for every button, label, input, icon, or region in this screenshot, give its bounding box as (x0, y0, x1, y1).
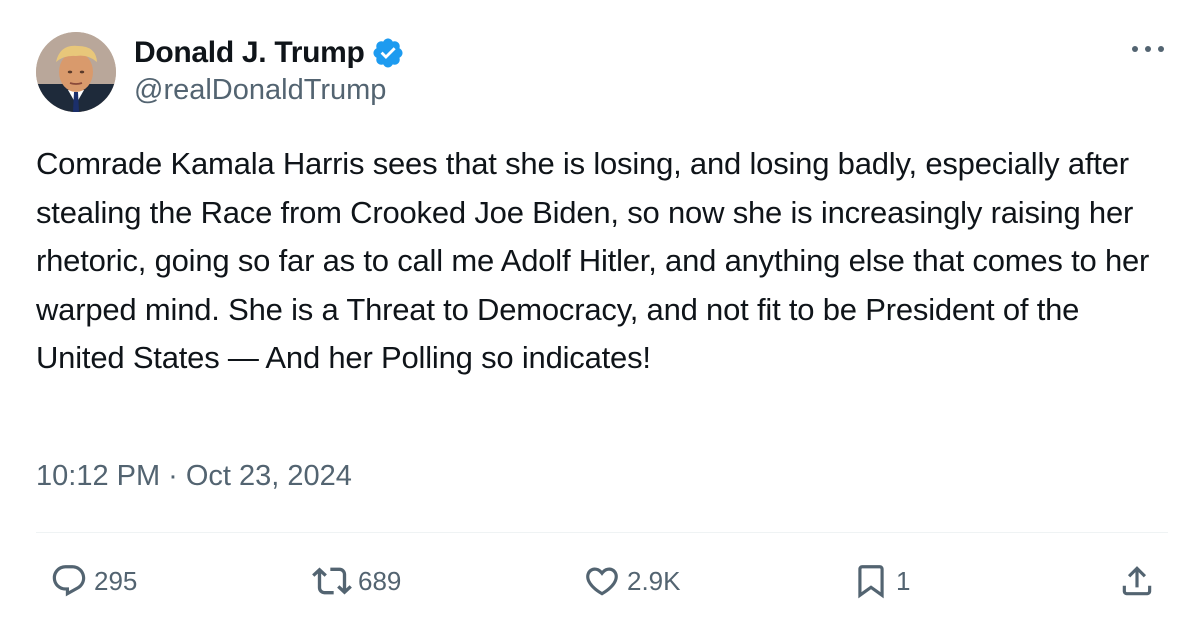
bookmark-button[interactable]: 1 (852, 555, 910, 607)
tweet-time[interactable]: 10:12 PM (36, 460, 160, 493)
retweet-button[interactable]: 689 (312, 555, 401, 607)
retweet-icon (312, 561, 352, 601)
reply-button[interactable]: 295 (50, 555, 137, 607)
reply-icon (50, 562, 88, 600)
tweet-card: Donald J. Trump @realDonaldTrump Comrade… (0, 0, 1192, 626)
bookmark-count: 1 (896, 565, 911, 596)
author-display-name[interactable]: Donald J. Trump (134, 36, 365, 70)
meta-separator: · (168, 460, 178, 492)
like-count: 2.9K (627, 565, 681, 596)
action-bar: 295 689 2.9K 1 (0, 555, 1192, 607)
like-button[interactable]: 2.9K (583, 555, 681, 607)
reply-count: 295 (94, 565, 138, 596)
verified-badge-icon[interactable] (371, 36, 405, 70)
tweet-timestamp[interactable]: 10:12 PM · Oct 23, 2024 (36, 460, 352, 493)
bookmark-icon (852, 562, 890, 600)
avatar[interactable] (36, 32, 116, 112)
tweet-text: Comrade Kamala Harris sees that she is l… (36, 146, 1150, 375)
share-button[interactable] (1118, 555, 1156, 607)
retweet-count: 689 (358, 565, 402, 596)
heart-icon (583, 562, 621, 600)
author-name-row: Donald J. Trump (134, 34, 405, 72)
author-handle[interactable]: @realDonaldTrump (134, 74, 386, 107)
divider (36, 532, 1168, 533)
more-options-icon[interactable] (1126, 34, 1170, 64)
tweet-date[interactable]: Oct 23, 2024 (186, 460, 352, 493)
share-icon (1118, 562, 1156, 600)
